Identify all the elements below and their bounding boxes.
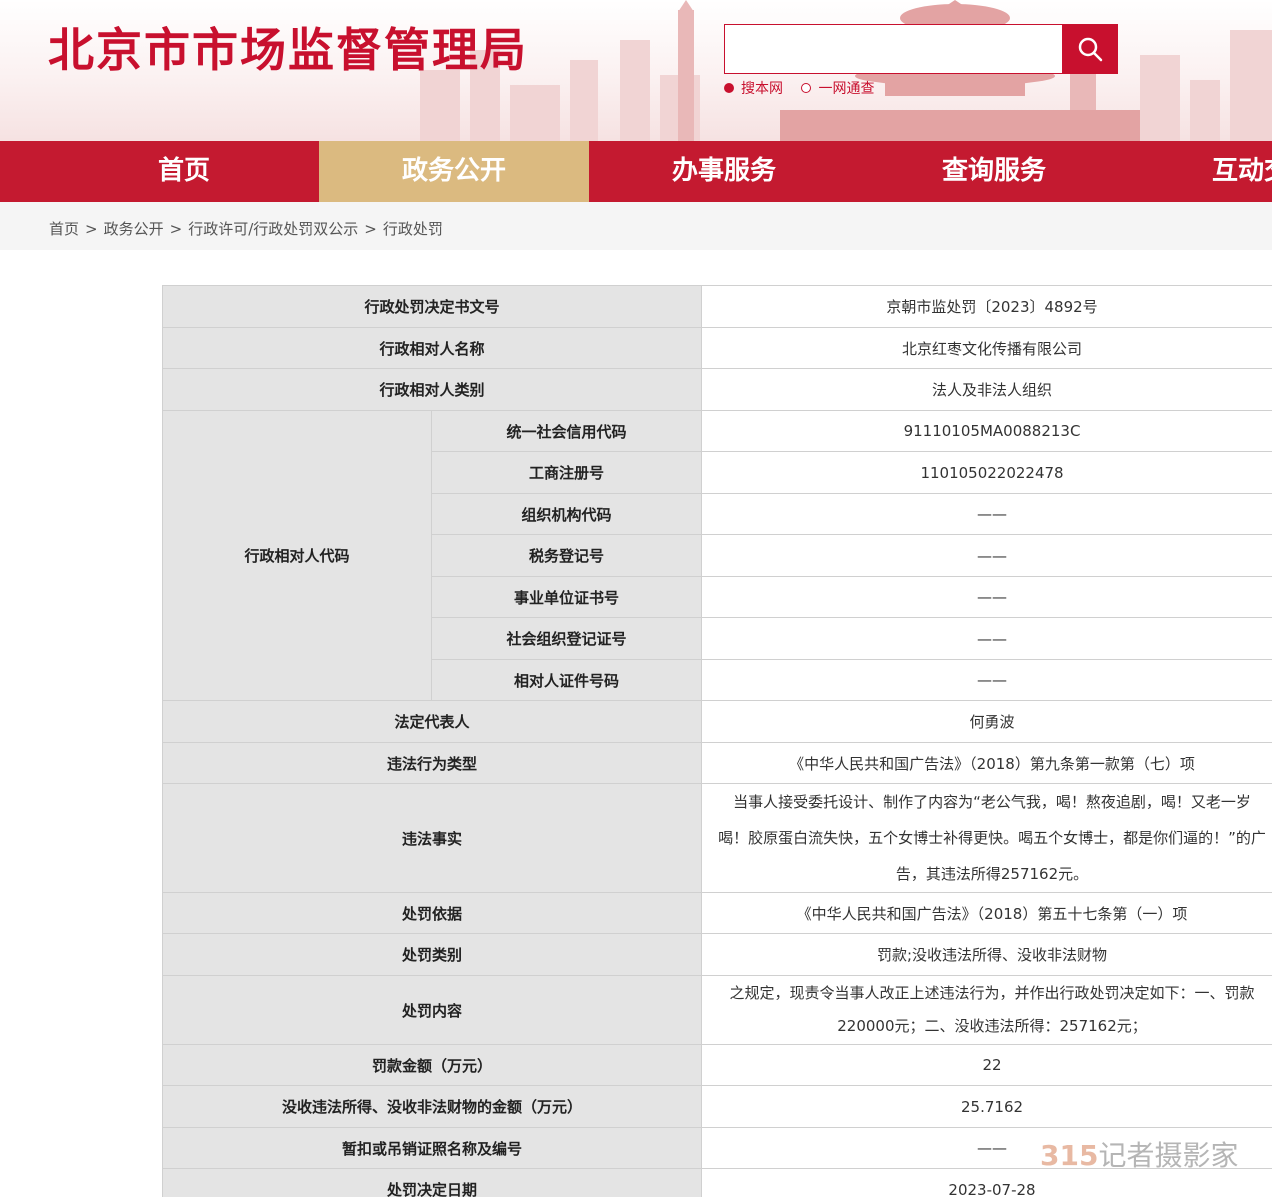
search-button[interactable] xyxy=(1062,24,1118,74)
table-row: 行政相对人名称 北京红枣文化传播有限公司 xyxy=(161,327,1272,369)
credit-code-value: 91110105MA0088213C xyxy=(701,410,1272,452)
business-reg-value: 110105022022478 xyxy=(701,451,1272,494)
party-name-value: 北京红枣文化传播有限公司 xyxy=(701,327,1272,369)
nav-item-interaction[interactable]: 互动交流 xyxy=(1129,141,1272,202)
table-row: 处罚内容 之规定，现责令当事人改正上述违法行为，并作出行政处罚决定如下：一、罚款… xyxy=(161,975,1272,1045)
row-label: 处罚决定日期 xyxy=(161,1168,703,1197)
penalty-category-value: 罚款;没收违法所得、没收非法财物 xyxy=(701,933,1272,976)
row-label: 没收违法所得、没收非法财物的金额（万元） xyxy=(161,1085,703,1128)
text-line: 之规定，现责令当事人改正上述违法行为，并作出行政处罚决定如下：一、罚款 xyxy=(729,984,1255,1002)
row-label: 违法行为类型 xyxy=(161,742,703,784)
breadcrumb-penalty[interactable]: 行政处罚 xyxy=(383,220,443,238)
watermark-text: 记者摄影家 xyxy=(1098,1139,1239,1172)
row-label: 处罚内容 xyxy=(161,975,703,1045)
main-nav: 首页 政务公开 办事服务 查询服务 互动交流 xyxy=(0,141,1272,202)
search-scope: 搜本网 一网通查 xyxy=(724,78,888,98)
row-label: 法定代表人 xyxy=(161,700,703,743)
breadcrumb-separator: > xyxy=(169,220,183,238)
row-label: 行政相对人名称 xyxy=(161,327,703,369)
row-label: 组织机构代码 xyxy=(430,493,703,535)
breadcrumb-separator: > xyxy=(364,220,377,238)
row-label: 行政相对人类别 xyxy=(161,368,703,411)
confiscated-amount-value: 25.7162 xyxy=(701,1085,1272,1128)
row-label: 违法事实 xyxy=(161,783,703,893)
row-label: 暂扣或吊销证照名称及编号 xyxy=(161,1127,703,1169)
row-label: 工商注册号 xyxy=(430,451,703,494)
breadcrumb-home[interactable]: 首页 xyxy=(49,220,79,238)
table-row: 罚款金额（万元） 22 xyxy=(161,1044,1272,1086)
violation-facts-value: 当事人接受委托设计、制作了内容为“老公气我，喝！熬夜追剧，喝！又老一岁 喝！胶原… xyxy=(701,783,1272,893)
scope-label: 搜本网 xyxy=(741,81,783,97)
table-row: 行政相对人代码 统一社会信用代码 91110105MA0088213C xyxy=(162,410,1272,701)
text-line: 当事人接受委托设计、制作了内容为“老公气我，喝！熬夜追剧，喝！又老一岁 xyxy=(733,793,1251,811)
table-row: 没收违法所得、没收非法财物的金额（万元） 25.7162 xyxy=(161,1085,1272,1128)
nav-item-query[interactable]: 查询服务 xyxy=(859,141,1129,202)
row-label: 行政处罚决定书文号 xyxy=(161,285,703,328)
text-line: 告，其违法所得257162元。 xyxy=(895,865,1089,883)
penalty-basis-value: 《中华人民共和国广告法》（2018）第五十七条第（一）项 xyxy=(701,892,1272,934)
row-label: 事业单位证书号 xyxy=(430,576,703,618)
row-label: 罚款金额（万元） xyxy=(161,1044,703,1086)
decision-number-value: 京朝市监处罚〔2023〕4892号 xyxy=(701,285,1272,328)
site-title: 北京市市场监督管理局 xyxy=(48,23,528,77)
row-label: 社会组织登记证号 xyxy=(430,617,703,660)
radio-unselected-icon xyxy=(801,83,812,93)
table-row: 法定代表人 何勇波 xyxy=(161,700,1272,743)
tax-reg-value: —— xyxy=(701,534,1272,577)
scope-option-all[interactable]: 一网通查 xyxy=(801,78,874,98)
row-label: 相对人证件号码 xyxy=(430,659,703,701)
table-row: 违法事实 当事人接受委托设计、制作了内容为“老公气我，喝！熬夜追剧，喝！又老一岁… xyxy=(161,783,1272,893)
nav-item-services[interactable]: 办事服务 xyxy=(589,141,859,202)
party-type-value: 法人及非法人组织 xyxy=(701,368,1272,411)
text-line: 220000元；二、没收违法所得：257162元； xyxy=(837,1017,1147,1035)
breadcrumb-bar: 首页 > 政务公开 > 行政许可/行政处罚双公示 > 行政处罚 xyxy=(0,202,1272,250)
radio-selected-icon xyxy=(724,83,734,93)
breadcrumb-gov-affairs[interactable]: 政务公开 xyxy=(104,220,164,238)
nav-item-gov-affairs[interactable]: 政务公开 xyxy=(319,141,589,202)
table-row: 行政相对人类别 法人及非法人组织 xyxy=(161,368,1272,411)
penalty-content-value: 之规定，现责令当事人改正上述违法行为，并作出行政处罚决定如下：一、罚款 2200… xyxy=(701,975,1272,1045)
violation-type-value: 《中华人民共和国广告法》（2018）第九条第一款第（七）项 xyxy=(701,742,1272,784)
row-label: 统一社会信用代码 xyxy=(430,410,703,452)
table-row: 行政处罚决定书文号 京朝市监处罚〔2023〕4892号 xyxy=(161,285,1272,328)
social-org-value: —— xyxy=(701,617,1272,660)
nav-item-home[interactable]: 首页 xyxy=(49,141,319,202)
watermark-number: 315 xyxy=(1040,1139,1099,1172)
row-label: 处罚类别 xyxy=(161,933,703,976)
penalty-detail-table: 行政处罚决定书文号 京朝市监处罚〔2023〕4892号 行政相对人名称 北京红枣… xyxy=(161,285,1272,1197)
text-line: 喝！胶原蛋白流失快，五个女博士补得更快。喝五个女博士，都是你们逼的！”的广 xyxy=(718,829,1266,847)
search-input[interactable] xyxy=(724,24,1062,74)
row-label: 处罚依据 xyxy=(161,892,703,934)
id-number-value: —— xyxy=(701,659,1272,701)
party-codes-label: 行政相对人代码 xyxy=(162,410,432,701)
table-row: 处罚类别 罚款;没收违法所得、没收非法财物 xyxy=(161,933,1272,976)
breadcrumb: 首页 > 政务公开 > 行政许可/行政处罚双公示 > 行政处罚 xyxy=(49,218,443,239)
scope-label: 一网通查 xyxy=(818,81,875,97)
breadcrumb-separator: > xyxy=(85,220,98,238)
watermark: 315记者摄影家 xyxy=(1040,1134,1238,1174)
org-code-value: —— xyxy=(701,493,1272,535)
breadcrumb-dual-publicity[interactable]: 行政许可/行政处罚双公示 xyxy=(188,220,358,238)
table-row: 处罚依据 《中华人民共和国广告法》（2018）第五十七条第（一）项 xyxy=(161,892,1272,934)
institution-cert-value: —— xyxy=(701,576,1272,618)
fine-amount-value: 22 xyxy=(701,1044,1272,1086)
table-row: 违法行为类型 《中华人民共和国广告法》（2018）第九条第一款第（七）项 xyxy=(161,742,1272,784)
legal-rep-value: 何勇波 xyxy=(701,700,1272,743)
scope-option-site[interactable]: 搜本网 xyxy=(724,78,783,98)
search-box xyxy=(724,24,1118,74)
site-header: 北京市市场监督管理局 搜本网 一网通查 xyxy=(0,0,1272,141)
search-icon xyxy=(1078,37,1103,62)
row-label: 税务登记号 xyxy=(430,534,703,577)
